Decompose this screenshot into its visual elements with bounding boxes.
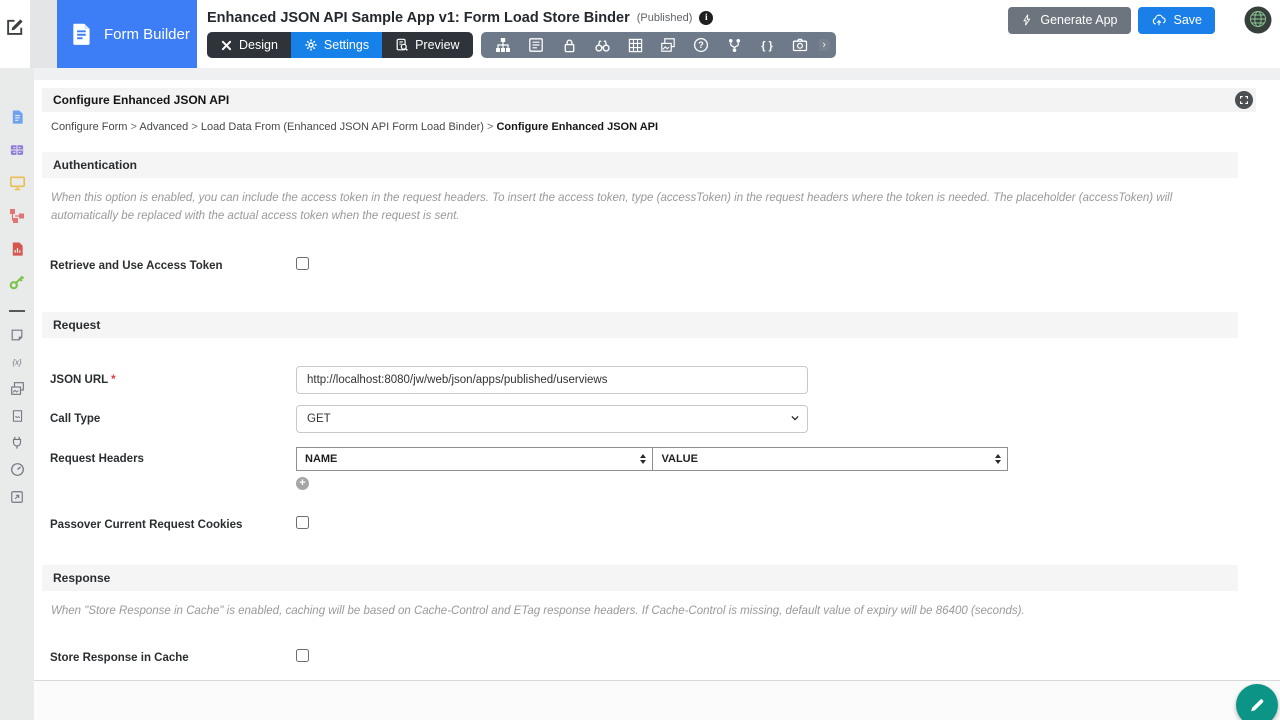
field-row-retrieve-token: Retrieve and Use Access Token bbox=[42, 256, 1256, 275]
json-url-input[interactable] bbox=[296, 365, 808, 394]
pencil-icon bbox=[1248, 696, 1266, 714]
user-avatar[interactable] bbox=[1244, 6, 1272, 34]
plugin-icon[interactable] bbox=[9, 434, 26, 451]
page-footer-area bbox=[34, 681, 1280, 720]
sort-icon bbox=[995, 453, 1001, 464]
passover-cookies-label: Passover Current Request Cookies bbox=[50, 518, 243, 531]
tab-design[interactable]: Design bbox=[207, 32, 291, 58]
screenshot-icon[interactable] bbox=[784, 32, 817, 58]
brand-label: Form Builder bbox=[104, 25, 190, 43]
header-col-name[interactable]: NAME bbox=[295, 446, 654, 471]
compose-edit-icon[interactable] bbox=[5, 17, 25, 68]
tab-settings-label: Settings bbox=[323, 38, 370, 52]
more-chevron-icon[interactable]: › bbox=[818, 39, 830, 51]
published-badge: (Published) bbox=[636, 12, 693, 24]
form-field-icon[interactable] bbox=[520, 32, 553, 58]
header-col-value[interactable]: VALUE bbox=[652, 446, 1008, 471]
configure-panel: Configure Enhanced JSON API Configure Fo… bbox=[34, 80, 1280, 681]
breadcrumb-current: Configure Enhanced JSON API bbox=[496, 121, 659, 133]
request-headers-table: NAME VALUE bbox=[295, 446, 1008, 471]
passover-cookies-checkbox[interactable] bbox=[296, 515, 309, 529]
info-icon[interactable]: i bbox=[699, 11, 714, 25]
tab-design-label: Design bbox=[239, 38, 278, 52]
form-icon[interactable] bbox=[9, 108, 26, 125]
variables-icon[interactable]: {x} bbox=[9, 353, 26, 370]
breadcrumb-configure-form[interactable]: Configure Form bbox=[51, 121, 139, 133]
breadcrumb-advanced[interactable]: Advanced bbox=[139, 121, 200, 133]
pages-icon[interactable] bbox=[9, 407, 26, 424]
field-row-json-url: JSON URL * bbox=[42, 365, 1256, 394]
save-label: Save bbox=[1173, 13, 1203, 27]
sort-icon bbox=[640, 453, 647, 464]
preview-magnifier-icon bbox=[395, 38, 409, 52]
json-tree-icon[interactable] bbox=[718, 32, 751, 58]
field-row-store-cache: Store Response in Cache bbox=[42, 649, 1256, 667]
json-url-label-text: JSON URL bbox=[50, 373, 108, 386]
response-description: When "Store Response in Cache" is enable… bbox=[51, 604, 1025, 617]
svg-text:{ }: { } bbox=[761, 40, 773, 52]
page-title: Enhanced JSON API Sample App v1: Form Lo… bbox=[207, 10, 630, 26]
col-name-label: NAME bbox=[305, 452, 338, 465]
help-icon[interactable]: ? bbox=[685, 32, 718, 58]
generate-app-label: Generate App bbox=[1040, 13, 1118, 27]
tab-preview-label: Preview bbox=[415, 38, 460, 52]
multi-image-icon[interactable] bbox=[652, 32, 685, 58]
export-icon[interactable] bbox=[9, 488, 26, 505]
generate-app-button[interactable]: Generate App bbox=[1008, 6, 1131, 34]
store-cache-checkbox[interactable] bbox=[296, 649, 309, 663]
tab-preview[interactable]: Preview bbox=[382, 32, 472, 58]
left-sidebar: {x} bbox=[0, 68, 34, 720]
save-button[interactable]: Save bbox=[1137, 6, 1215, 34]
panel-title: Configure Enhanced JSON API bbox=[53, 93, 230, 107]
process-icon[interactable] bbox=[9, 207, 26, 224]
edit-fab-button[interactable] bbox=[1236, 684, 1278, 720]
report-icon[interactable] bbox=[9, 240, 26, 257]
breadcrumb-load-data-from[interactable]: Load Data From (Enhanced JSON API Form L… bbox=[201, 121, 497, 133]
col-value-label: VALUE bbox=[661, 452, 698, 465]
notes-icon[interactable] bbox=[9, 326, 26, 343]
store-cache-label: Store Response in Cache bbox=[50, 652, 189, 665]
bolt-icon bbox=[1021, 13, 1033, 27]
svg-text:?: ? bbox=[698, 40, 704, 50]
field-row-passover-cookies: Passover Current Request Cookies bbox=[42, 515, 1256, 534]
call-type-label: Call Type bbox=[50, 412, 101, 425]
gear-icon bbox=[304, 38, 318, 52]
userview-icon[interactable] bbox=[9, 174, 26, 191]
design-tools-icon bbox=[220, 39, 233, 52]
request-headers-label: Request Headers bbox=[50, 452, 144, 465]
sidebar-divider bbox=[9, 310, 25, 312]
media-icon[interactable] bbox=[9, 380, 26, 397]
builder-mode-tabs: Design Settings Preview bbox=[207, 32, 473, 58]
section-response: Response bbox=[42, 564, 1238, 591]
field-row-request-headers: Request Headers NAME VALUE + bbox=[42, 446, 1256, 490]
section-request: Request bbox=[42, 311, 1238, 338]
expand-icon[interactable] bbox=[1235, 91, 1253, 109]
add-row-icon[interactable]: + bbox=[296, 476, 309, 490]
authentication-description: When this option is enabled, you can inc… bbox=[51, 192, 1173, 223]
cloud-upload-icon bbox=[1151, 13, 1167, 27]
braces-icon[interactable]: { } bbox=[751, 32, 784, 58]
permission-lock-icon[interactable] bbox=[553, 32, 586, 58]
document-icon bbox=[69, 21, 95, 47]
retrieve-token-checkbox[interactable] bbox=[296, 256, 309, 270]
topbar-divider bbox=[30, 0, 57, 68]
section-authentication: Authentication bbox=[42, 152, 1238, 178]
field-row-call-type: Call Type GET bbox=[42, 404, 1256, 433]
sitemap-icon[interactable] bbox=[487, 32, 520, 58]
find-binoculars-icon[interactable] bbox=[586, 32, 619, 58]
permission-key-icon[interactable] bbox=[9, 273, 26, 290]
datalist-icon[interactable] bbox=[9, 141, 26, 158]
top-bar: Form Builder Enhanced JSON API Sample Ap… bbox=[0, 0, 1280, 68]
form-builder-brand[interactable]: Form Builder bbox=[57, 0, 197, 68]
grid-icon[interactable] bbox=[619, 32, 652, 58]
call-type-select[interactable]: GET bbox=[296, 404, 808, 433]
svg-text:{x}: {x} bbox=[12, 358, 22, 367]
builder-toolbar: ? { } › bbox=[480, 32, 836, 58]
required-asterisk: * bbox=[111, 373, 116, 386]
retrieve-token-label: Retrieve and Use Access Token bbox=[50, 259, 223, 272]
breadcrumb: Configure FormAdvancedLoad Data From (En… bbox=[51, 121, 1256, 133]
tab-settings[interactable]: Settings bbox=[290, 32, 383, 58]
json-url-label: JSON URL * bbox=[50, 374, 296, 386]
performance-icon[interactable] bbox=[9, 461, 26, 478]
